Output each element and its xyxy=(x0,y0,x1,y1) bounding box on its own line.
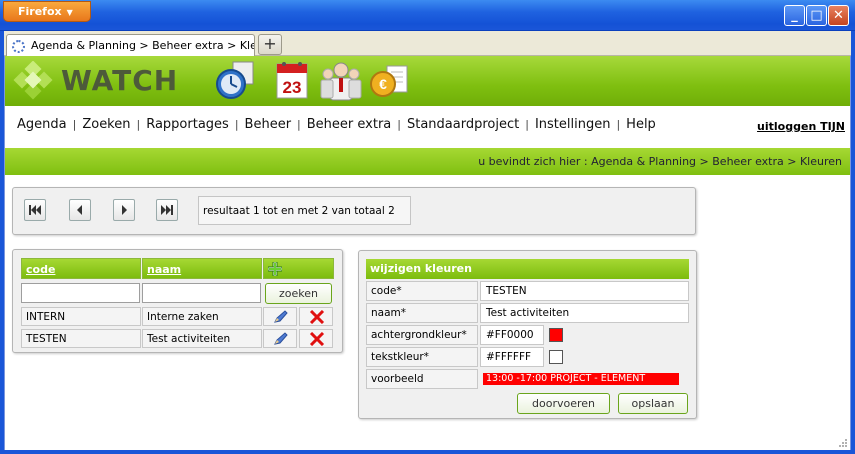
last-page-button[interactable] xyxy=(156,199,178,221)
logo-text: WATCH xyxy=(61,64,179,97)
text-color-field[interactable]: #FFFFFF xyxy=(480,347,544,367)
finance-icon[interactable]: € xyxy=(367,58,411,102)
window-frame-bottom xyxy=(0,450,855,454)
nav-separator: | xyxy=(234,118,239,131)
firefox-menu-button[interactable]: Firefox ▼ xyxy=(3,1,91,22)
nav-separator: | xyxy=(616,118,621,131)
svg-text:€: € xyxy=(379,76,387,92)
table-row-code: INTERN xyxy=(21,307,141,326)
next-page-button[interactable] xyxy=(113,199,135,221)
text-color-label: tekstkleur* xyxy=(366,347,478,367)
nav-separator: | xyxy=(297,118,301,131)
close-button[interactable]: ✕ xyxy=(828,5,849,26)
nav-separator: | xyxy=(397,118,401,131)
svg-text:23: 23 xyxy=(283,78,302,97)
previous-page-button[interactable] xyxy=(69,199,91,221)
window-frame-right xyxy=(851,31,855,454)
nav-item-instellingen[interactable]: Instellingen xyxy=(535,117,611,132)
breadcrumb: u bevindt zich hier : Agenda & Planning … xyxy=(5,148,850,175)
naam-field[interactable]: Test activiteiten xyxy=(480,303,689,323)
main-nav: Agenda | Zoeken | Rapportages | Beheer | Beheer … xyxy=(5,112,850,138)
code-filter-input[interactable] xyxy=(21,283,140,303)
table-row-code: TESTEN xyxy=(21,329,141,348)
edit-row-button[interactable] xyxy=(263,307,297,326)
add-column-header xyxy=(263,258,334,279)
code-label: code* xyxy=(366,281,478,301)
chevron-down-icon: ▼ xyxy=(66,8,73,17)
minimize-button[interactable]: _ xyxy=(784,5,805,26)
delete-row-button[interactable] xyxy=(299,307,333,326)
edit-row-button[interactable] xyxy=(263,329,297,348)
color-preview: 13:00 -17:00 PROJECT - ELEMENT xyxy=(483,373,679,385)
save-button[interactable]: opslaan xyxy=(618,393,688,414)
last-page-icon xyxy=(161,205,173,215)
preview-label: voorbeeld xyxy=(366,369,478,389)
nav-item-zoeken[interactable]: Zoeken xyxy=(82,117,130,132)
search-button[interactable]: zoeken xyxy=(265,283,332,304)
nav-separator: | xyxy=(525,118,529,131)
next-page-icon xyxy=(122,205,127,215)
watch-logo-icon xyxy=(13,61,53,100)
resize-grip-icon[interactable] xyxy=(838,438,848,448)
nav-separator: | xyxy=(136,118,141,131)
nav-item-standaardproject[interactable]: Standaardproject xyxy=(407,117,519,132)
code-field[interactable]: TESTEN xyxy=(480,281,689,301)
clock-icon[interactable] xyxy=(213,58,257,102)
delete-icon xyxy=(309,310,325,324)
pager-panel: resultaat 1 tot en met 2 van totaal 2 xyxy=(12,187,696,235)
previous-page-icon xyxy=(77,205,82,215)
naam-label: naam* xyxy=(366,303,478,323)
delete-icon xyxy=(309,332,325,346)
table-row-naam: Test activiteiten xyxy=(142,329,262,348)
tab-title: Agenda & Planning > Beheer extra > Kleur… xyxy=(31,39,254,52)
nav-item-rapportages[interactable]: Rapportages xyxy=(146,117,229,132)
app-header: WATCH 23 € xyxy=(5,56,850,106)
users-icon[interactable] xyxy=(319,58,363,102)
loading-icon xyxy=(12,40,25,53)
first-page-button[interactable] xyxy=(24,199,46,221)
pencil-icon xyxy=(274,310,288,323)
column-header-naam[interactable]: naam xyxy=(142,258,262,279)
table-row-naam: Interne zaken xyxy=(142,307,262,326)
nav-item-beheer[interactable]: Beheer xyxy=(245,117,292,132)
nav-separator: | xyxy=(72,118,77,131)
firefox-menu-label: Firefox xyxy=(18,5,62,18)
pager-info: resultaat 1 tot en met 2 van totaal 2 xyxy=(198,196,411,225)
apply-button[interactable]: doorvoeren xyxy=(517,393,610,414)
background-color-swatch[interactable] xyxy=(549,328,563,342)
page-content: WATCH 23 € Agenda | Zoeken | Rapportages… xyxy=(4,56,851,450)
edit-colors-panel: wijzigen kleuren code* TESTEN naam* Test… xyxy=(358,250,697,419)
nav-item-agenda[interactable]: Agenda xyxy=(17,117,67,132)
calendar-icon[interactable]: 23 xyxy=(271,58,315,102)
nav-item-beheer-extra[interactable]: Beheer extra xyxy=(307,117,392,132)
first-page-icon xyxy=(29,205,41,215)
pencil-icon xyxy=(274,332,288,345)
logout-link[interactable]: uitloggen TIJN xyxy=(757,120,845,133)
background-color-field[interactable]: #FF0000 xyxy=(480,325,544,345)
window-titlebar: Firefox ▼ _ □ ✕ xyxy=(0,0,855,31)
list-panel: code naam zoeken INTERN Interne zaken TE… xyxy=(12,249,343,353)
browser-tab-active[interactable]: Agenda & Planning > Beheer extra > Kleur… xyxy=(6,34,255,57)
edit-panel-title: wijzigen kleuren xyxy=(366,259,689,279)
maximize-button[interactable]: □ xyxy=(806,5,827,26)
tab-bar: Agenda & Planning > Beheer extra > Kleur… xyxy=(0,31,855,57)
background-color-label: achtergrondkleur* xyxy=(366,325,478,345)
nav-item-help[interactable]: Help xyxy=(626,117,656,132)
column-header-code[interactable]: code xyxy=(21,258,141,279)
add-icon[interactable] xyxy=(268,262,282,276)
delete-row-button[interactable] xyxy=(299,329,333,348)
new-tab-button[interactable]: + xyxy=(258,34,282,55)
naam-filter-input[interactable] xyxy=(142,283,261,303)
text-color-swatch[interactable] xyxy=(549,350,563,364)
